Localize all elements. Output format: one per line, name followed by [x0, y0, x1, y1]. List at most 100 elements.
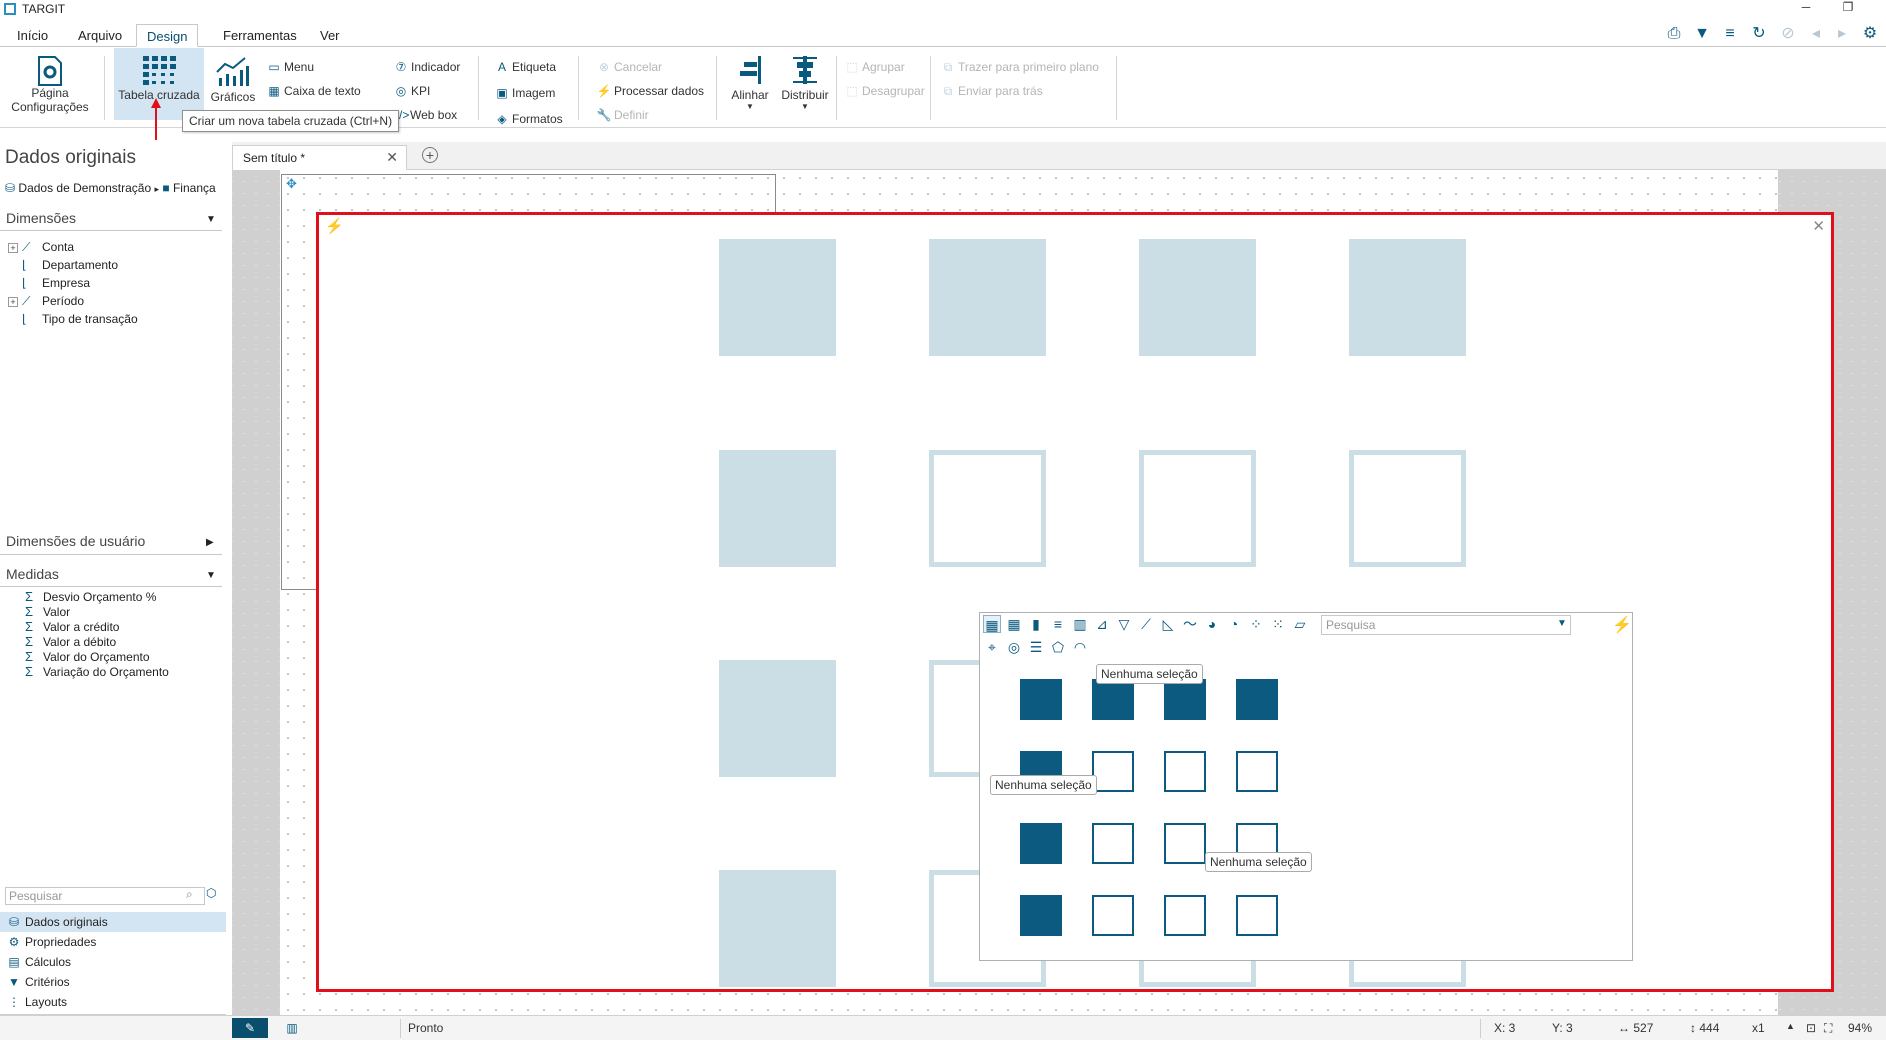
grid-size-cell[interactable] — [1020, 679, 1062, 720]
restore-button[interactable]: ❐ — [1838, 0, 1858, 18]
document-tab[interactable]: Sem título * ✕ — [232, 145, 407, 170]
expand-icon[interactable]: + — [8, 296, 18, 307]
search-icon[interactable]: ⌕ — [186, 887, 193, 902]
dimension-item[interactable]: ⌊ Tipo de transação — [8, 312, 138, 330]
fit-page-icon[interactable]: ⛶ — [1824, 1021, 1832, 1036]
stacked-bar-icon[interactable]: ▥ — [1071, 615, 1089, 633]
user-dimensions-header[interactable]: Dimensões de usuário — [6, 533, 145, 549]
crumb-cube[interactable]: Finança — [173, 181, 216, 195]
nav-calculations[interactable]: ▤ Cálculos — [0, 952, 226, 972]
nav-properties[interactable]: ⚙ Propriedades — [0, 932, 226, 952]
grid-size-cell[interactable] — [1164, 679, 1206, 720]
kpi-button[interactable]: ◎ KPI — [393, 82, 431, 100]
refresh-icon[interactable]: ↻ — [1749, 24, 1769, 44]
donut-chart-icon[interactable]: ◔ — [1225, 615, 1243, 633]
grid-size-cell[interactable] — [1092, 823, 1134, 864]
chart-mode-icon[interactable]: ▥ — [280, 1018, 304, 1038]
design-canvas[interactable]: ✥ ⚡ ✕ ▦ ▦ ▮ ≡ ▥ ⊿ ▽ ⟋ ◺ 〜 ◕ ◔ ⁘ ⁙ ▱ ⌖ ◎ ☰ ⬠ ◠ Pesquisa ▼ ⚡ … — [232, 170, 1886, 1015]
lightning-icon[interactable]: ⚡ — [325, 217, 344, 235]
nav-layouts[interactable]: ⋮ Layouts — [0, 992, 226, 1012]
expand-icon[interactable]: + — [8, 242, 18, 253]
dimensions-collapse-icon[interactable]: ▼ — [206, 214, 216, 225]
grid-size-cell[interactable] — [1164, 823, 1206, 864]
pie-chart-icon[interactable]: ◕ — [1203, 615, 1221, 633]
area-chart-icon[interactable]: ◺ — [1159, 615, 1177, 633]
spline-chart-icon[interactable]: 〜 — [1181, 615, 1199, 633]
measures-collapse-icon[interactable]: ▼ — [206, 570, 216, 581]
combo-chart-icon[interactable]: ⊿ — [1093, 615, 1111, 633]
dimension-item[interactable]: ⌊ Departamento — [8, 258, 118, 276]
bubble-icon[interactable]: ⁙ — [1269, 615, 1287, 633]
grid-size-cell[interactable] — [1164, 751, 1206, 792]
picker-dropdown-icon[interactable]: ▼ — [1557, 618, 1567, 629]
measures-header[interactable]: Medidas — [6, 566, 59, 582]
user-dimensions-expand-icon[interactable]: ▶ — [206, 537, 214, 548]
align-button[interactable]: Alinhar ▼ — [728, 50, 772, 111]
edit-mode-icon[interactable]: ✎ — [232, 1018, 268, 1038]
page-config-button[interactable]: Página Configurações — [10, 50, 90, 114]
fit-width-icon[interactable]: ⊡ — [1806, 1021, 1816, 1035]
dimensions-header[interactable]: Dimensões — [6, 210, 76, 226]
filter-list-icon[interactable]: ≡ — [1720, 24, 1740, 44]
dimension-item[interactable]: + ⟋ Conta — [8, 240, 74, 258]
grid-size-cell[interactable] — [1236, 895, 1278, 936]
map-icon[interactable]: ▱ — [1291, 615, 1309, 633]
list-icon[interactable]: ☰ — [1027, 638, 1045, 656]
grid-size-cell[interactable] — [1092, 895, 1134, 936]
grid-size-cell[interactable] — [1020, 895, 1062, 936]
data-source-breadcrumb[interactable]: ⛁ Dados de Demonstração ▸ ■ Finança — [5, 181, 216, 195]
bar-horizontal-icon[interactable]: ≡ — [1049, 615, 1067, 633]
tab-inicio[interactable]: Início — [7, 24, 58, 47]
object-type-picker[interactable]: ▦ ▦ ▮ ≡ ▥ ⊿ ▽ ⟋ ◺ 〜 ◕ ◔ ⁘ ⁙ ▱ ⌖ ◎ ☰ ⬠ ◠ Pesquisa ▼ ⚡ Nenhum… — [979, 612, 1633, 961]
kpi-target-icon[interactable]: ◎ — [1005, 638, 1023, 656]
charts-button[interactable]: Gráficos — [208, 50, 258, 104]
grid-size-cell[interactable] — [1236, 679, 1278, 720]
dimension-item[interactable]: + ⟋ Período — [8, 294, 84, 312]
tab-arquivo[interactable]: Arquivo — [68, 24, 132, 47]
grid-size-cell[interactable] — [1020, 823, 1062, 864]
table-icon[interactable]: ▦ — [1005, 615, 1023, 633]
grid-size-cell[interactable] — [1236, 751, 1278, 792]
dimension-item[interactable]: ⌊ Empresa — [8, 276, 90, 294]
close-object-icon[interactable]: ✕ — [1812, 217, 1825, 235]
crumb-source[interactable]: Dados de Demonstração — [18, 181, 151, 195]
grid-size-cell[interactable] — [1092, 679, 1134, 720]
scatter-icon[interactable]: ⁘ — [1247, 615, 1265, 633]
lightning-icon[interactable]: ⚡ — [1612, 615, 1632, 635]
tab-ferramentas[interactable]: Ferramentas — [213, 24, 307, 47]
nav-source-data[interactable]: ⛁ Dados originais — [0, 912, 226, 932]
nav-criteria[interactable]: ▼ Critérios — [0, 972, 226, 992]
line-chart-icon[interactable]: ⟋ — [1137, 615, 1155, 633]
menu-button[interactable]: ▭ Menu — [266, 58, 314, 76]
zoom-stepper-icon[interactable]: ▲ — [1786, 1021, 1795, 1031]
distribute-button[interactable]: Distribuir ▼ — [778, 50, 832, 111]
gauge-icon[interactable]: ◠ — [1071, 638, 1089, 656]
grid-size-cell[interactable] — [1164, 895, 1206, 936]
process-data-button[interactable]: ⚡ Processar dados — [596, 82, 705, 100]
tab-design[interactable]: Design — [136, 24, 199, 47]
cube-search-icon[interactable]: ⬡ — [206, 886, 216, 900]
panel-search-input[interactable]: Pesquisar — [5, 887, 205, 905]
geo-marker-icon[interactable]: ⌖ — [983, 638, 1001, 656]
image-button[interactable]: ▣ Imagem — [494, 84, 555, 102]
bar-chart-icon[interactable]: ▮ — [1027, 615, 1045, 633]
minimize-button[interactable]: ─ — [1796, 0, 1816, 18]
close-tab-icon[interactable]: ✕ — [386, 149, 398, 166]
crosstab-icon[interactable]: ▦ — [983, 615, 1001, 633]
settings-gear-icon[interactable]: ⚙ — [1860, 24, 1880, 44]
grid-size-cell[interactable] — [1092, 751, 1134, 792]
add-tab-icon[interactable]: + — [422, 147, 438, 163]
webbox-button[interactable]: </>Web box — [392, 106, 457, 124]
textbox-button[interactable]: ▦ Caixa de texto — [266, 82, 360, 100]
print-icon[interactable]: ⎙ — [1664, 24, 1684, 44]
funnel-chart-icon[interactable]: ▽ — [1115, 615, 1133, 633]
filter-icon[interactable]: ▼ — [1692, 24, 1712, 44]
label-button[interactable]: A Etiqueta — [494, 58, 556, 76]
tab-ver[interactable]: Ver — [310, 24, 350, 47]
radar-icon[interactable]: ⬠ — [1049, 638, 1067, 656]
picker-search-input[interactable]: Pesquisa — [1321, 615, 1571, 635]
indicator-button[interactable]: ⑦ Indicador — [393, 58, 461, 76]
formats-button[interactable]: ◈ Formatos — [494, 110, 562, 128]
move-handle-icon[interactable]: ✥ — [286, 176, 297, 192]
measure-item[interactable]: Σ Variação do Orçamento — [25, 664, 169, 682]
